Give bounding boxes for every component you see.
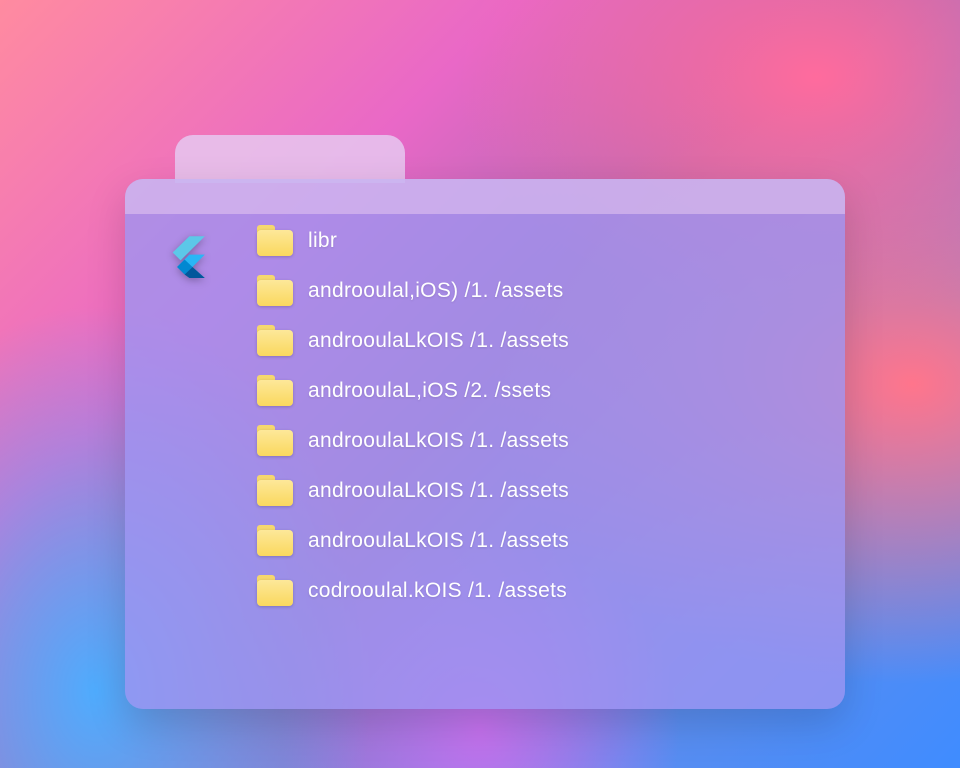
folder-icon [257, 425, 293, 456]
folder-body: libr androoulal,iOS) /1. /assets androou… [125, 179, 845, 709]
project-folder-window: libr androoulal,iOS) /1. /assets androou… [125, 135, 845, 705]
folder-label: libr [308, 229, 337, 253]
list-item[interactable]: androoulaLkOIS /1. /assets [257, 475, 569, 506]
folder-icon [257, 325, 293, 356]
file-list: libr androoulal,iOS) /1. /assets androou… [257, 225, 569, 606]
list-item[interactable]: codrooulal.kOIS /1. /assets [257, 575, 569, 606]
folder-icon [257, 225, 293, 256]
folder-header-strip [125, 179, 845, 214]
flutter-logo-icon [163, 234, 207, 278]
folder-icon [257, 575, 293, 606]
folder-label: androoulaLkOIS /1. /assets [308, 329, 569, 353]
folder-label: codrooulal.kOIS /1. /assets [308, 579, 567, 603]
folder-icon [257, 525, 293, 556]
folder-label: androoulaLkOIS /1. /assets [308, 479, 569, 503]
folder-label: androoulal,iOS) /1. /assets [308, 279, 564, 303]
list-item[interactable]: androoulal,iOS) /1. /assets [257, 275, 569, 306]
folder-icon [257, 475, 293, 506]
folder-label: androoulaLkOIS /1. /assets [308, 429, 569, 453]
list-item[interactable]: libr [257, 225, 569, 256]
folder-tab [175, 135, 405, 183]
list-item[interactable]: androoulaLkOIS /1. /assets [257, 525, 569, 556]
list-item[interactable]: androoulaLkOIS /1. /assets [257, 425, 569, 456]
list-item[interactable]: androoulaLkOIS /1. /assets [257, 325, 569, 356]
folder-label: androoulaLkOIS /1. /assets [308, 529, 569, 553]
folder-icon [257, 275, 293, 306]
list-item[interactable]: androoulaL,iOS /2. /ssets [257, 375, 569, 406]
folder-icon [257, 375, 293, 406]
folder-label: androoulaL,iOS /2. /ssets [308, 379, 551, 403]
